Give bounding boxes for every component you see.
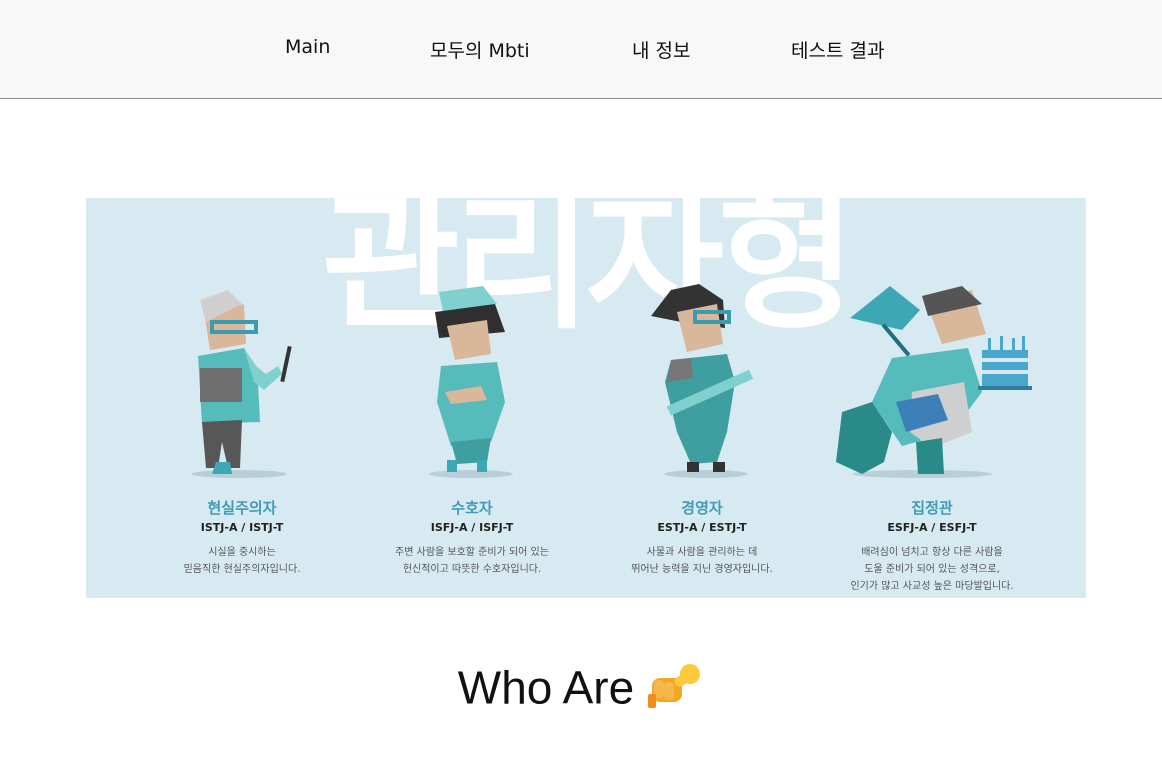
top-nav: Main 모두의 Mbti 내 정보 테스트 결과 xyxy=(0,0,1162,99)
nav-main[interactable]: Main xyxy=(285,36,330,58)
defender-illustration xyxy=(429,286,513,478)
type-name: 현실주의자 xyxy=(207,499,277,517)
type-codes: ISTJ-A / ISTJ-T xyxy=(200,521,284,534)
type-codes: ESFJ-A / ESFJ-T xyxy=(887,521,977,534)
logistician-illustration xyxy=(191,290,292,478)
sentinel-banner: 관리자형 현실주의자 ISTJ-A / ISTJ-T 시실을 중시하는 믿음직한… xyxy=(86,198,1086,598)
type-codes: ISFJ-A / ISFJ-T xyxy=(430,521,514,534)
nav-everyone-mbti[interactable]: 모두의 Mbti xyxy=(430,36,530,63)
type-description: 시실을 중시하는 믿음직한 현실주의자입니다. xyxy=(183,547,301,575)
type-description: 배려심이 넘치고 항상 다른 사람을 도울 준비가 되어 있는 성격으로, 인기… xyxy=(850,547,1014,592)
type-card-isfj: 수호자 ISFJ-A / ISFJ-T 주변 사람을 보호할 준비가 되어 있는… xyxy=(352,498,592,578)
type-name: 수호자 xyxy=(451,499,493,517)
type-description: 주변 사람을 보호할 준비가 되어 있는 헌신적이고 따뜻한 수호자입니다. xyxy=(395,547,549,575)
consul-illustration xyxy=(836,286,1032,478)
who-are-heading: Who Are xyxy=(0,660,1162,723)
nav-test-results[interactable]: 테스트 결과 xyxy=(791,36,884,63)
executive-illustration xyxy=(651,284,754,478)
type-name: 경영자 xyxy=(681,499,723,517)
type-name: 집정관 xyxy=(911,499,953,517)
type-description: 사물과 사람을 관리하는 데 뛰어난 능력을 지닌 경영자입니다. xyxy=(631,547,773,575)
type-codes: ESTJ-A / ESTJ-T xyxy=(657,521,747,534)
type-card-esfj: 집정관 ESFJ-A / ESFJ-T 배려심이 넘치고 항상 다른 사람을 도… xyxy=(812,498,1052,595)
nav-my-info[interactable]: 내 정보 xyxy=(632,36,690,63)
type-card-estj: 경영자 ESTJ-A / ESTJ-T 사물과 사람을 관리하는 데 뛰어난 능… xyxy=(582,498,822,578)
pointing-hand-icon xyxy=(648,660,704,723)
type-card-istj: 현실주의자 ISTJ-A / ISTJ-T 시실을 중시하는 믿음직한 현실주의… xyxy=(122,498,362,578)
who-are-text: Who Are xyxy=(457,661,635,714)
